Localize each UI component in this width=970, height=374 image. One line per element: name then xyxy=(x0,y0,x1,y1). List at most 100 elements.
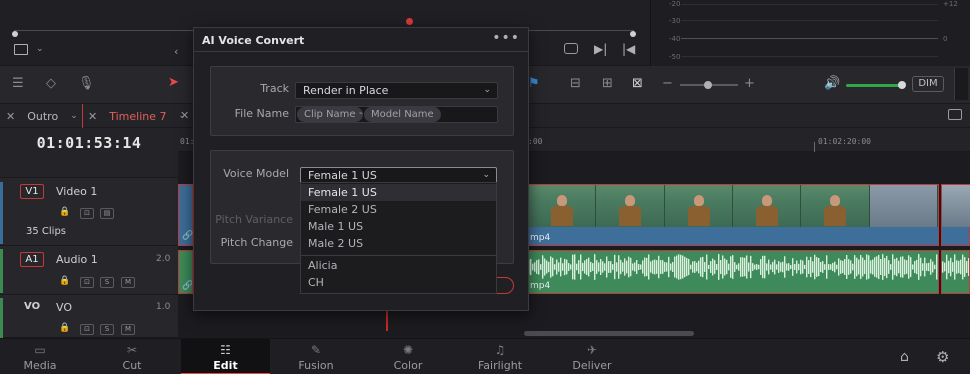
zoom-detail-icon[interactable]: ⊞ xyxy=(602,76,613,91)
scope-label: +12 xyxy=(943,0,958,8)
tab-outro[interactable]: ✕ Outro ⌄ xyxy=(6,104,78,128)
loop-icon[interactable] xyxy=(564,43,578,54)
voice-option-female-1-us[interactable]: Female 1 US xyxy=(301,184,496,201)
transform-icon[interactable] xyxy=(14,44,28,55)
film-icon[interactable]: ▤ xyxy=(100,208,114,219)
auto-select-icon[interactable]: ⊡ xyxy=(80,277,94,288)
chevron-down-icon[interactable]: ⌄ xyxy=(36,44,44,54)
lock-icon[interactable]: 🔒 xyxy=(58,277,72,288)
track-color-strip xyxy=(0,298,3,338)
video-clip-left[interactable]: 🔗 xyxy=(178,184,193,246)
playhead-line[interactable] xyxy=(386,311,388,331)
zoom-slider[interactable] xyxy=(680,81,738,89)
home-icon[interactable]: ⌂ xyxy=(900,349,909,365)
nav-cut[interactable]: ✂ Cut xyxy=(92,339,172,374)
horizontal-scrollbar[interactable] xyxy=(524,331,694,336)
fusion-icon: ✎ xyxy=(310,343,322,357)
output-section: Track Render in Place ⌄ File Name Clip N… xyxy=(210,66,514,136)
clip-thumbnail xyxy=(664,185,733,227)
panel-toggle-icon[interactable] xyxy=(948,109,962,120)
mute-button[interactable]: M xyxy=(121,324,135,335)
left-arrow-icon[interactable]: ‹ xyxy=(174,45,178,58)
volume-slider[interactable] xyxy=(846,81,906,89)
audio-clip-left[interactable]: 🔗 xyxy=(178,250,193,294)
timecode-display[interactable]: 01:01:53:14 xyxy=(0,134,178,152)
voice-model-select-value: Female 1 US xyxy=(308,169,377,182)
nav-fairlight[interactable]: ♫ Fairlight xyxy=(460,339,540,374)
track-label: Track xyxy=(260,82,289,95)
tab-timeline-7[interactable]: ✕ Timeline 7 ⌄ xyxy=(88,104,186,128)
flag-icon[interactable]: ⚑ xyxy=(528,76,540,91)
voice-model-label: Voice Model xyxy=(223,167,289,180)
track-level-a1: 2.0 xyxy=(156,254,171,264)
auto-select-icon[interactable]: ⊡ xyxy=(80,208,94,219)
nav-label: Cut xyxy=(122,359,142,372)
viewer-playhead-marker[interactable] xyxy=(406,18,413,25)
clip-name-chip[interactable]: Clip Name xyxy=(297,107,363,122)
solo-button[interactable]: S xyxy=(100,324,114,335)
track-tag-v1[interactable]: V1 xyxy=(20,184,44,199)
mute-button[interactable]: M xyxy=(121,277,135,288)
voice-option-male-2-us[interactable]: Male 2 US xyxy=(301,235,496,252)
audio-waveform xyxy=(942,254,969,280)
transition-icon[interactable]: ◇ xyxy=(46,76,56,91)
close-icon[interactable]: ✕ xyxy=(180,109,189,122)
close-icon[interactable]: ✕ xyxy=(6,110,15,123)
nav-media[interactable]: ▭ Media xyxy=(0,339,80,374)
nav-label: Deliver xyxy=(572,359,612,372)
zoom-fit-icon[interactable]: ⊟ xyxy=(570,76,581,91)
viewer-in-marker[interactable] xyxy=(12,31,18,37)
auto-select-icon[interactable]: ⊡ xyxy=(80,324,94,335)
voice-option-ch[interactable]: CH xyxy=(301,274,496,291)
video-clip-main[interactable]: mp4 xyxy=(527,184,939,246)
volume-slider-handle[interactable] xyxy=(898,81,906,89)
speaker-icon[interactable]: 🔊 xyxy=(824,76,840,91)
deliver-icon: ✈ xyxy=(586,343,598,357)
nav-edit[interactable]: ☷ Edit xyxy=(181,339,270,374)
nav-color[interactable]: ✺ Color xyxy=(368,339,448,374)
viewer-out-marker[interactable] xyxy=(630,31,636,37)
voice-option-alicia[interactable]: Alicia xyxy=(301,257,496,274)
clip-thumbnail xyxy=(528,185,597,227)
dialog-title: AI Voice Convert xyxy=(202,34,305,47)
track-tag-a1[interactable]: A1 xyxy=(20,252,44,267)
track-header-v1: V1 Video 1 🔒 ⊡ ▤ 35 Clips xyxy=(0,178,178,246)
zoom-slider-handle[interactable] xyxy=(704,81,712,89)
close-icon[interactable]: ✕ xyxy=(88,110,97,123)
model-name-chip[interactable]: Model Name xyxy=(364,107,441,122)
pointer-tool-icon[interactable]: ➤ xyxy=(168,75,179,90)
next-frame-icon[interactable]: ▶| xyxy=(594,42,607,56)
chevron-down-icon[interactable]: ⌄ xyxy=(70,111,78,121)
nav-deliver[interactable]: ✈ Deliver xyxy=(552,339,632,374)
solo-button[interactable]: S xyxy=(100,277,114,288)
track-name-vo[interactable]: VO xyxy=(56,301,72,314)
zoom-custom-icon[interactable]: ⊠ xyxy=(632,76,643,91)
track-select[interactable]: Render in Place ⌄ xyxy=(295,82,498,99)
dropdown-divider xyxy=(301,255,496,256)
track-name-a1[interactable]: Audio 1 xyxy=(56,253,98,266)
pitch-variance-label: Pitch Variance xyxy=(215,213,293,226)
edit-mode-icon[interactable]: ☰ xyxy=(12,76,24,91)
file-name-input[interactable]: Clip Name - Model Name xyxy=(295,106,498,123)
voice-option-female-2-us[interactable]: Female 2 US xyxy=(301,201,496,218)
zoom-out-icon[interactable]: − xyxy=(662,76,673,91)
color-icon: ✺ xyxy=(402,343,414,357)
microphone-icon[interactable]: 🎙 xyxy=(78,76,95,91)
dim-button[interactable]: DIM xyxy=(912,76,944,92)
gear-icon[interactable]: ⚙ xyxy=(936,348,949,366)
track-select-value: Render in Place xyxy=(303,84,389,97)
video-clip-right[interactable] xyxy=(941,184,970,246)
audio-clip-right[interactable] xyxy=(941,250,970,294)
track-tag-vo[interactable]: VO xyxy=(24,301,40,312)
nav-fusion[interactable]: ✎ Fusion xyxy=(276,339,356,374)
skip-end-icon[interactable]: |◀ xyxy=(622,42,635,56)
zoom-in-icon[interactable]: + xyxy=(744,76,755,91)
lock-icon[interactable]: 🔒 xyxy=(58,324,72,335)
scope-label: -50 xyxy=(669,53,681,61)
scope-label: -30 xyxy=(669,17,681,25)
more-options-icon[interactable]: ••• xyxy=(492,30,520,46)
lock-icon[interactable]: 🔒 xyxy=(58,208,72,219)
audio-clip-main[interactable]: mp4 xyxy=(527,250,939,294)
track-name-v1[interactable]: Video 1 xyxy=(56,185,97,198)
voice-option-male-1-us[interactable]: Male 1 US xyxy=(301,218,496,235)
